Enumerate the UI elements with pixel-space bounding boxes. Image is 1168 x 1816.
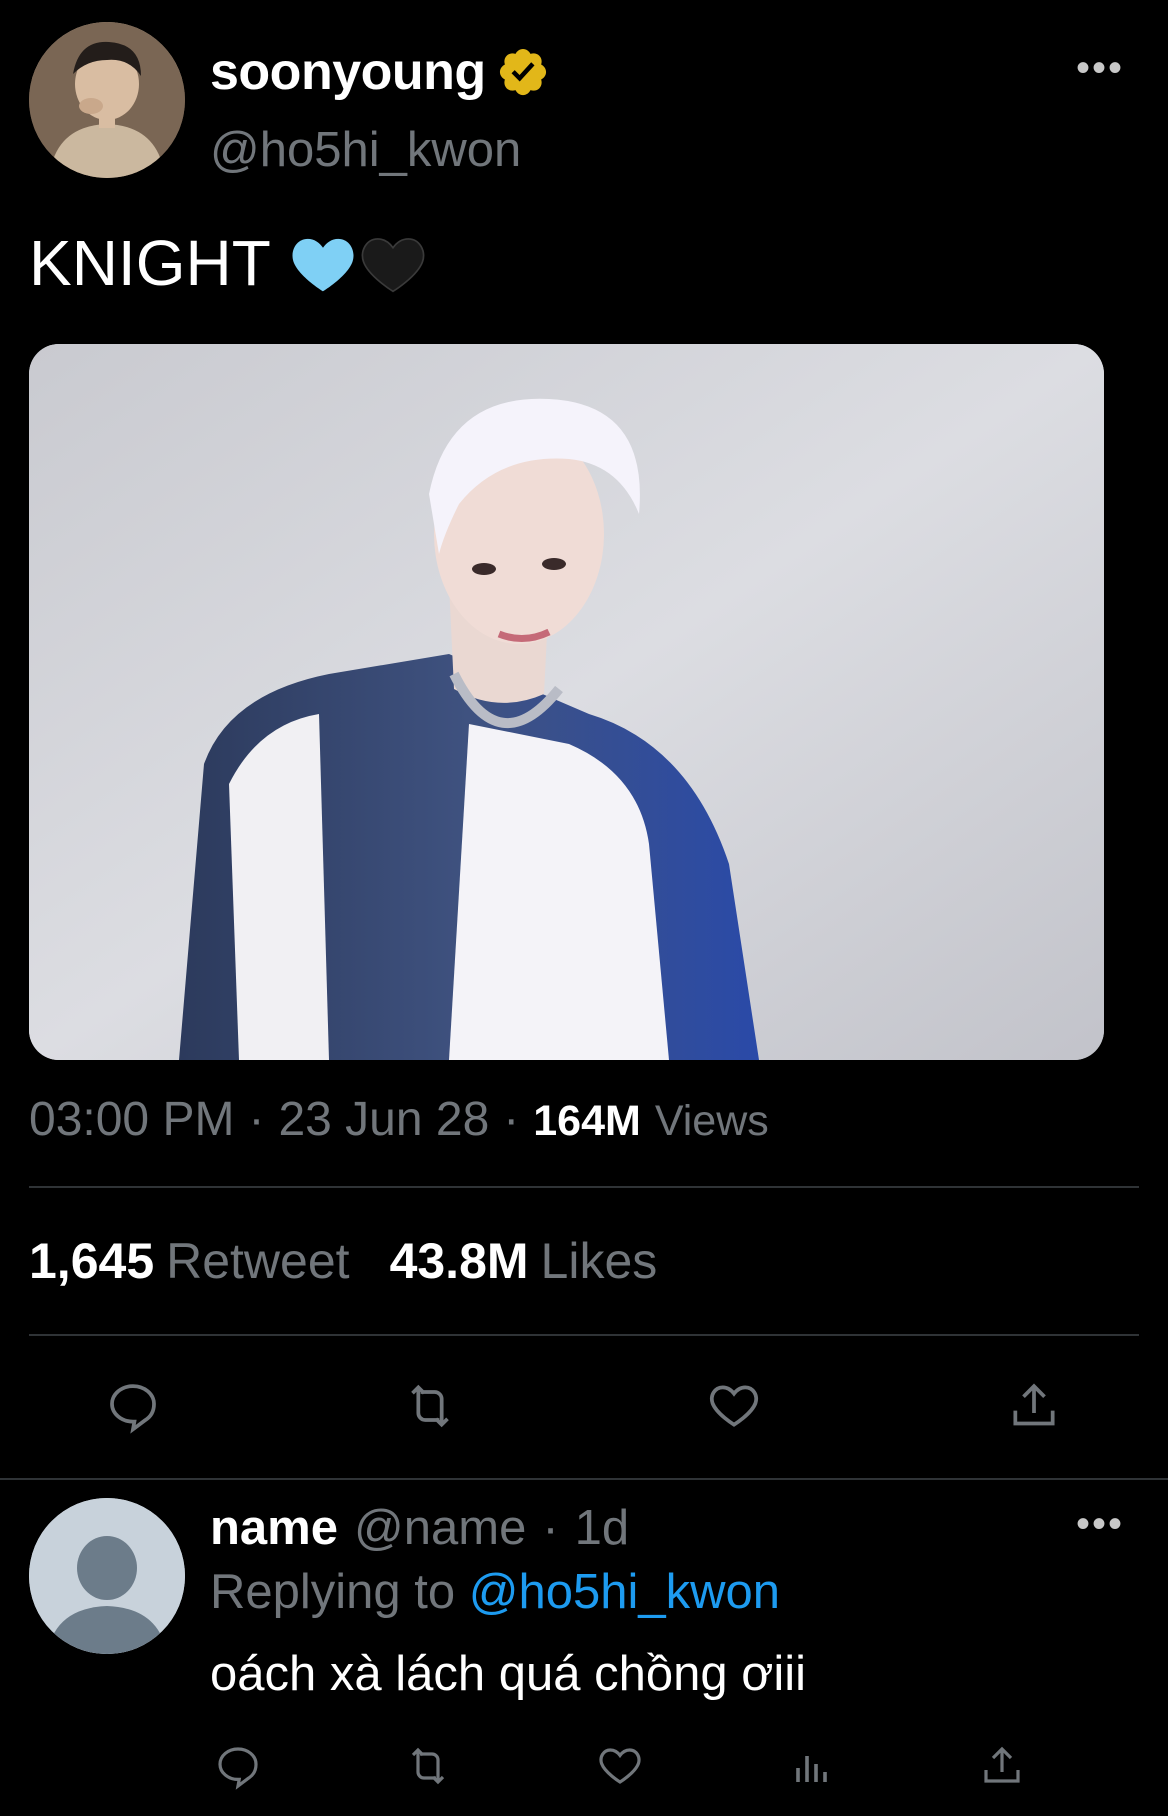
meta-separator: · bbox=[503, 1093, 520, 1146]
replying-to-label: Replying to bbox=[210, 1565, 456, 1619]
tweet-meta: 03:00 PM · 23 Jun 28 · 164M Views bbox=[29, 1092, 769, 1147]
divider bbox=[0, 1478, 1168, 1480]
divider bbox=[29, 1334, 1139, 1336]
reply-header: name @name · 1d bbox=[210, 1500, 629, 1556]
author-avatar[interactable] bbox=[29, 22, 185, 178]
reply-retweet-icon[interactable] bbox=[396, 1734, 460, 1798]
reply-author-avatar[interactable] bbox=[29, 1498, 185, 1654]
tweet-text: KNIGHT bbox=[29, 226, 427, 300]
share-icon[interactable] bbox=[1002, 1374, 1066, 1438]
author-display-name[interactable]: soonyoung bbox=[210, 42, 486, 102]
default-avatar-icon bbox=[29, 1498, 185, 1654]
light-blue-heart-icon bbox=[292, 238, 354, 292]
reply-display-name[interactable]: name bbox=[210, 1500, 338, 1556]
meta-separator: · bbox=[248, 1093, 265, 1146]
reply-share-icon[interactable] bbox=[970, 1734, 1034, 1798]
views-label[interactable]: Views bbox=[655, 1097, 769, 1146]
reply-handle[interactable]: @name bbox=[354, 1500, 526, 1556]
likes-stat[interactable]: 43.8M Likes bbox=[390, 1232, 658, 1290]
retweets-stat[interactable]: 1,645 Retweet bbox=[29, 1232, 350, 1290]
verified-badge-icon[interactable] bbox=[496, 45, 550, 99]
replying-to: Replying to @ho5hi_kwon bbox=[210, 1564, 780, 1620]
retweets-label: Retweet bbox=[166, 1233, 350, 1289]
divider bbox=[29, 1186, 1139, 1188]
tweet-date[interactable]: 23 Jun 28 bbox=[278, 1092, 489, 1147]
reply-views-icon[interactable] bbox=[780, 1734, 844, 1798]
reply-separator: · bbox=[542, 1501, 559, 1555]
reply-text: oách xà lách quá chồng ơiii bbox=[210, 1647, 807, 1701]
retweets-count: 1,645 bbox=[29, 1233, 155, 1289]
tweet-text-content: KNIGHT bbox=[29, 227, 271, 299]
black-heart-icon bbox=[361, 238, 425, 293]
reply-like-icon[interactable] bbox=[588, 1734, 652, 1798]
likes-count: 43.8M bbox=[389, 1233, 529, 1289]
tweet-media-photo[interactable] bbox=[29, 344, 1104, 1060]
reply-more-options-icon[interactable]: ••• bbox=[1076, 1504, 1124, 1544]
reply-icon[interactable] bbox=[101, 1374, 165, 1438]
like-icon[interactable] bbox=[702, 1374, 766, 1438]
tweet-stats: 1,645 Retweet 43.8M Likes bbox=[29, 1232, 657, 1290]
reply-reply-icon[interactable] bbox=[206, 1734, 270, 1798]
likes-label: Likes bbox=[540, 1233, 658, 1289]
tweet-time[interactable]: 03:00 PM bbox=[29, 1092, 234, 1147]
tweet-emoji bbox=[289, 231, 427, 295]
retweet-icon[interactable] bbox=[398, 1374, 462, 1438]
author-handle[interactable]: @ho5hi_kwon bbox=[210, 122, 521, 178]
views-count[interactable]: 164M bbox=[533, 1097, 641, 1146]
author-display-name-row[interactable]: soonyoung bbox=[210, 42, 550, 102]
author-avatar-image bbox=[29, 22, 185, 178]
more-options-icon[interactable]: ••• bbox=[1076, 48, 1124, 88]
reply-age[interactable]: 1d bbox=[575, 1500, 630, 1556]
replying-to-mention[interactable]: @ho5hi_kwon bbox=[469, 1565, 780, 1619]
photo-person-image bbox=[29, 344, 1104, 1060]
